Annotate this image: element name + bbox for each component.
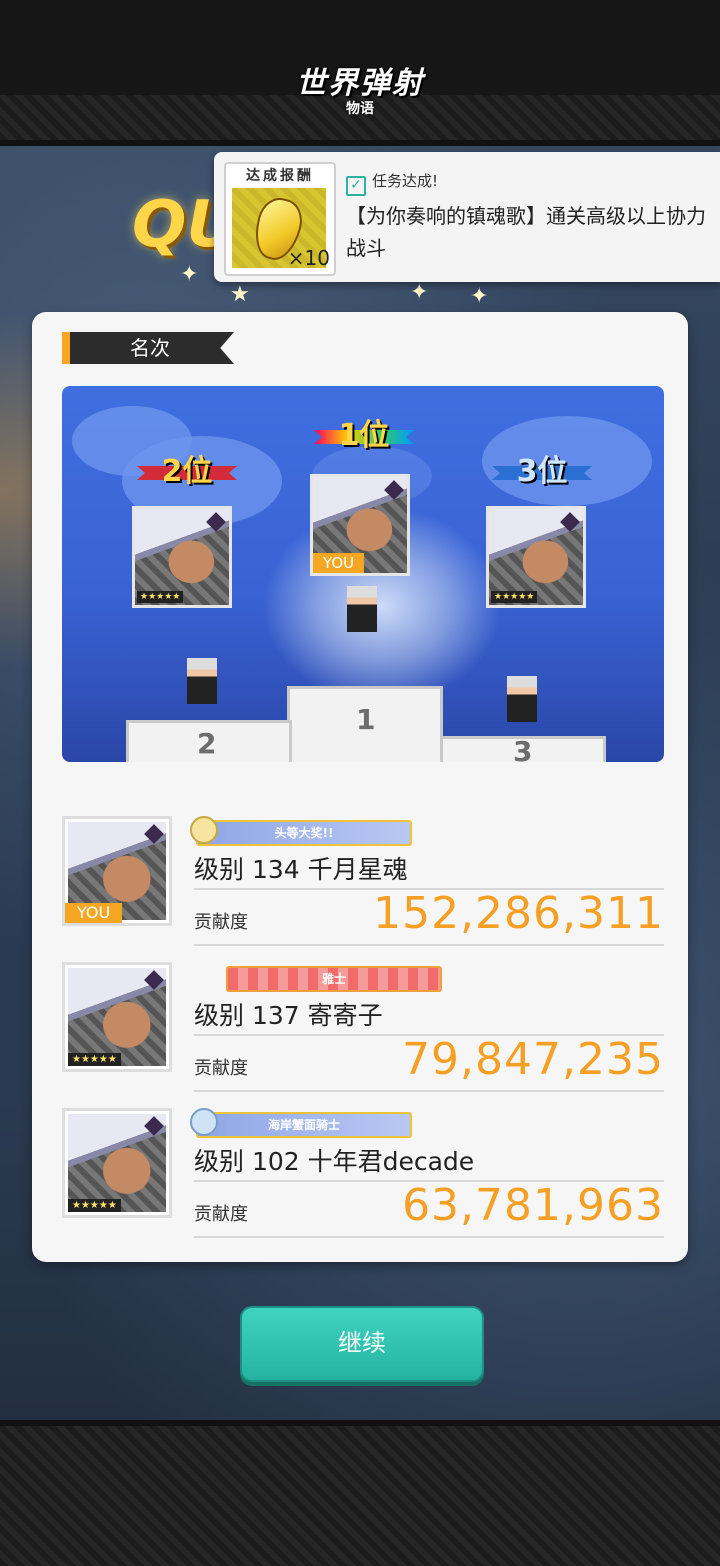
stage-number-1: 1: [356, 703, 376, 736]
divider: [194, 1090, 664, 1092]
contribution-value: 152,286,311: [373, 888, 664, 939]
logo-main-text: 世界弹射: [296, 66, 424, 101]
reward-label: 达成报酬: [246, 168, 314, 184]
first-place-portrait: YOU: [310, 474, 410, 576]
avatar: YOU: [62, 816, 172, 926]
second-place-banner: 2位: [137, 446, 237, 489]
star-icon: ✦: [470, 284, 489, 309]
second-place-portrait: ★★★★★: [132, 506, 232, 608]
title-badge: 头等大奖!!: [196, 820, 412, 846]
player-name: 级别 134 千月星魂: [194, 855, 408, 884]
contribution-label: 贡献度: [194, 1058, 248, 1079]
star-icon: ✦: [180, 262, 199, 287]
ranking-row-3: ★★★★★ 海岸蟹面骑士 级别 102 十年君decade 贡献度 63,781…: [62, 1108, 664, 1238]
game-logo: 世界弹射 物语: [288, 58, 432, 124]
player-sprite-second: [187, 658, 217, 704]
title-badge: 雅士: [226, 966, 442, 992]
podium-scene: 2位 1位 3位 ★★★★★ YOU ★★★★★ 1 2 3: [62, 386, 664, 762]
quest-status-text: 任务达成!: [372, 172, 439, 190]
bottom-bar: [0, 1420, 720, 1566]
contribution-label: 贡献度: [194, 1204, 248, 1225]
first-place-banner: 1位: [314, 410, 414, 453]
stage-third: 3: [440, 735, 606, 762]
third-place-banner: 3位: [492, 446, 592, 489]
quest-description: 【为你奏响的镇魂歌】通关高级以上协力战斗: [346, 204, 706, 260]
third-place-portrait: ★★★★★: [486, 506, 586, 608]
divider: [194, 1236, 664, 1238]
reward-quantity: ×10: [287, 246, 330, 270]
player-sprite-first: [347, 586, 377, 632]
quest-achieved-toast: 达成报酬 ×10 ✓ 任务达成! 【为你奏响的镇魂歌】通关高级以上协力战斗: [214, 152, 720, 282]
third-place-label: 3位: [516, 454, 568, 489]
second-place-label: 2位: [161, 454, 213, 489]
results-panel: 名次 2位 1位 3位 ★★★★★ YOU ★★★★★ 1 2 3 YOU 头等…: [32, 312, 688, 1262]
star-icon: ✦: [410, 280, 429, 305]
ranking-row-2: ★★★★★ 雅士 级别 137 寄寄子 贡献度 79,847,235: [62, 962, 664, 1092]
stage-number-2: 2: [197, 727, 217, 760]
ranking-row-1: YOU 头等大奖!! 级别 134 千月星魂 贡献度 152,286,311: [62, 816, 664, 946]
rarity-stars: ★★★★★: [491, 591, 538, 603]
quest-status: ✓ 任务达成!: [346, 170, 438, 196]
continue-button[interactable]: 继续: [240, 1306, 484, 1382]
stage-second: 2: [126, 720, 292, 762]
title-badge: 海岸蟹面骑士: [196, 1112, 412, 1138]
reward-box: 达成报酬 ×10: [224, 162, 336, 276]
rarity-stars: ★★★★★: [68, 1199, 121, 1212]
player-sprite-third: [507, 676, 537, 722]
you-tag: YOU: [313, 553, 365, 573]
stage-number-3: 3: [513, 735, 533, 762]
knight-icon: [190, 1108, 218, 1136]
first-place-label: 1位: [338, 418, 390, 453]
avatar: ★★★★★: [62, 962, 172, 1072]
contribution-value: 79,847,235: [402, 1034, 664, 1085]
checkbox-checked-icon: ✓: [346, 176, 366, 196]
crown-icon: [190, 816, 218, 844]
avatar: ★★★★★: [62, 1108, 172, 1218]
you-tag: YOU: [65, 903, 123, 923]
contribution-label: 贡献度: [194, 912, 248, 933]
player-name: 级别 102 十年君decade: [194, 1147, 475, 1176]
star-icon: ★: [230, 282, 250, 307]
rarity-stars: ★★★★★: [137, 591, 184, 603]
contribution-value: 63,781,963: [402, 1180, 664, 1231]
stage-first: 1: [287, 686, 443, 762]
player-name: 级别 137 寄寄子: [194, 1001, 383, 1030]
rarity-stars: ★★★★★: [68, 1053, 121, 1066]
divider: [194, 944, 664, 946]
rank-section-title: 名次: [62, 332, 234, 364]
